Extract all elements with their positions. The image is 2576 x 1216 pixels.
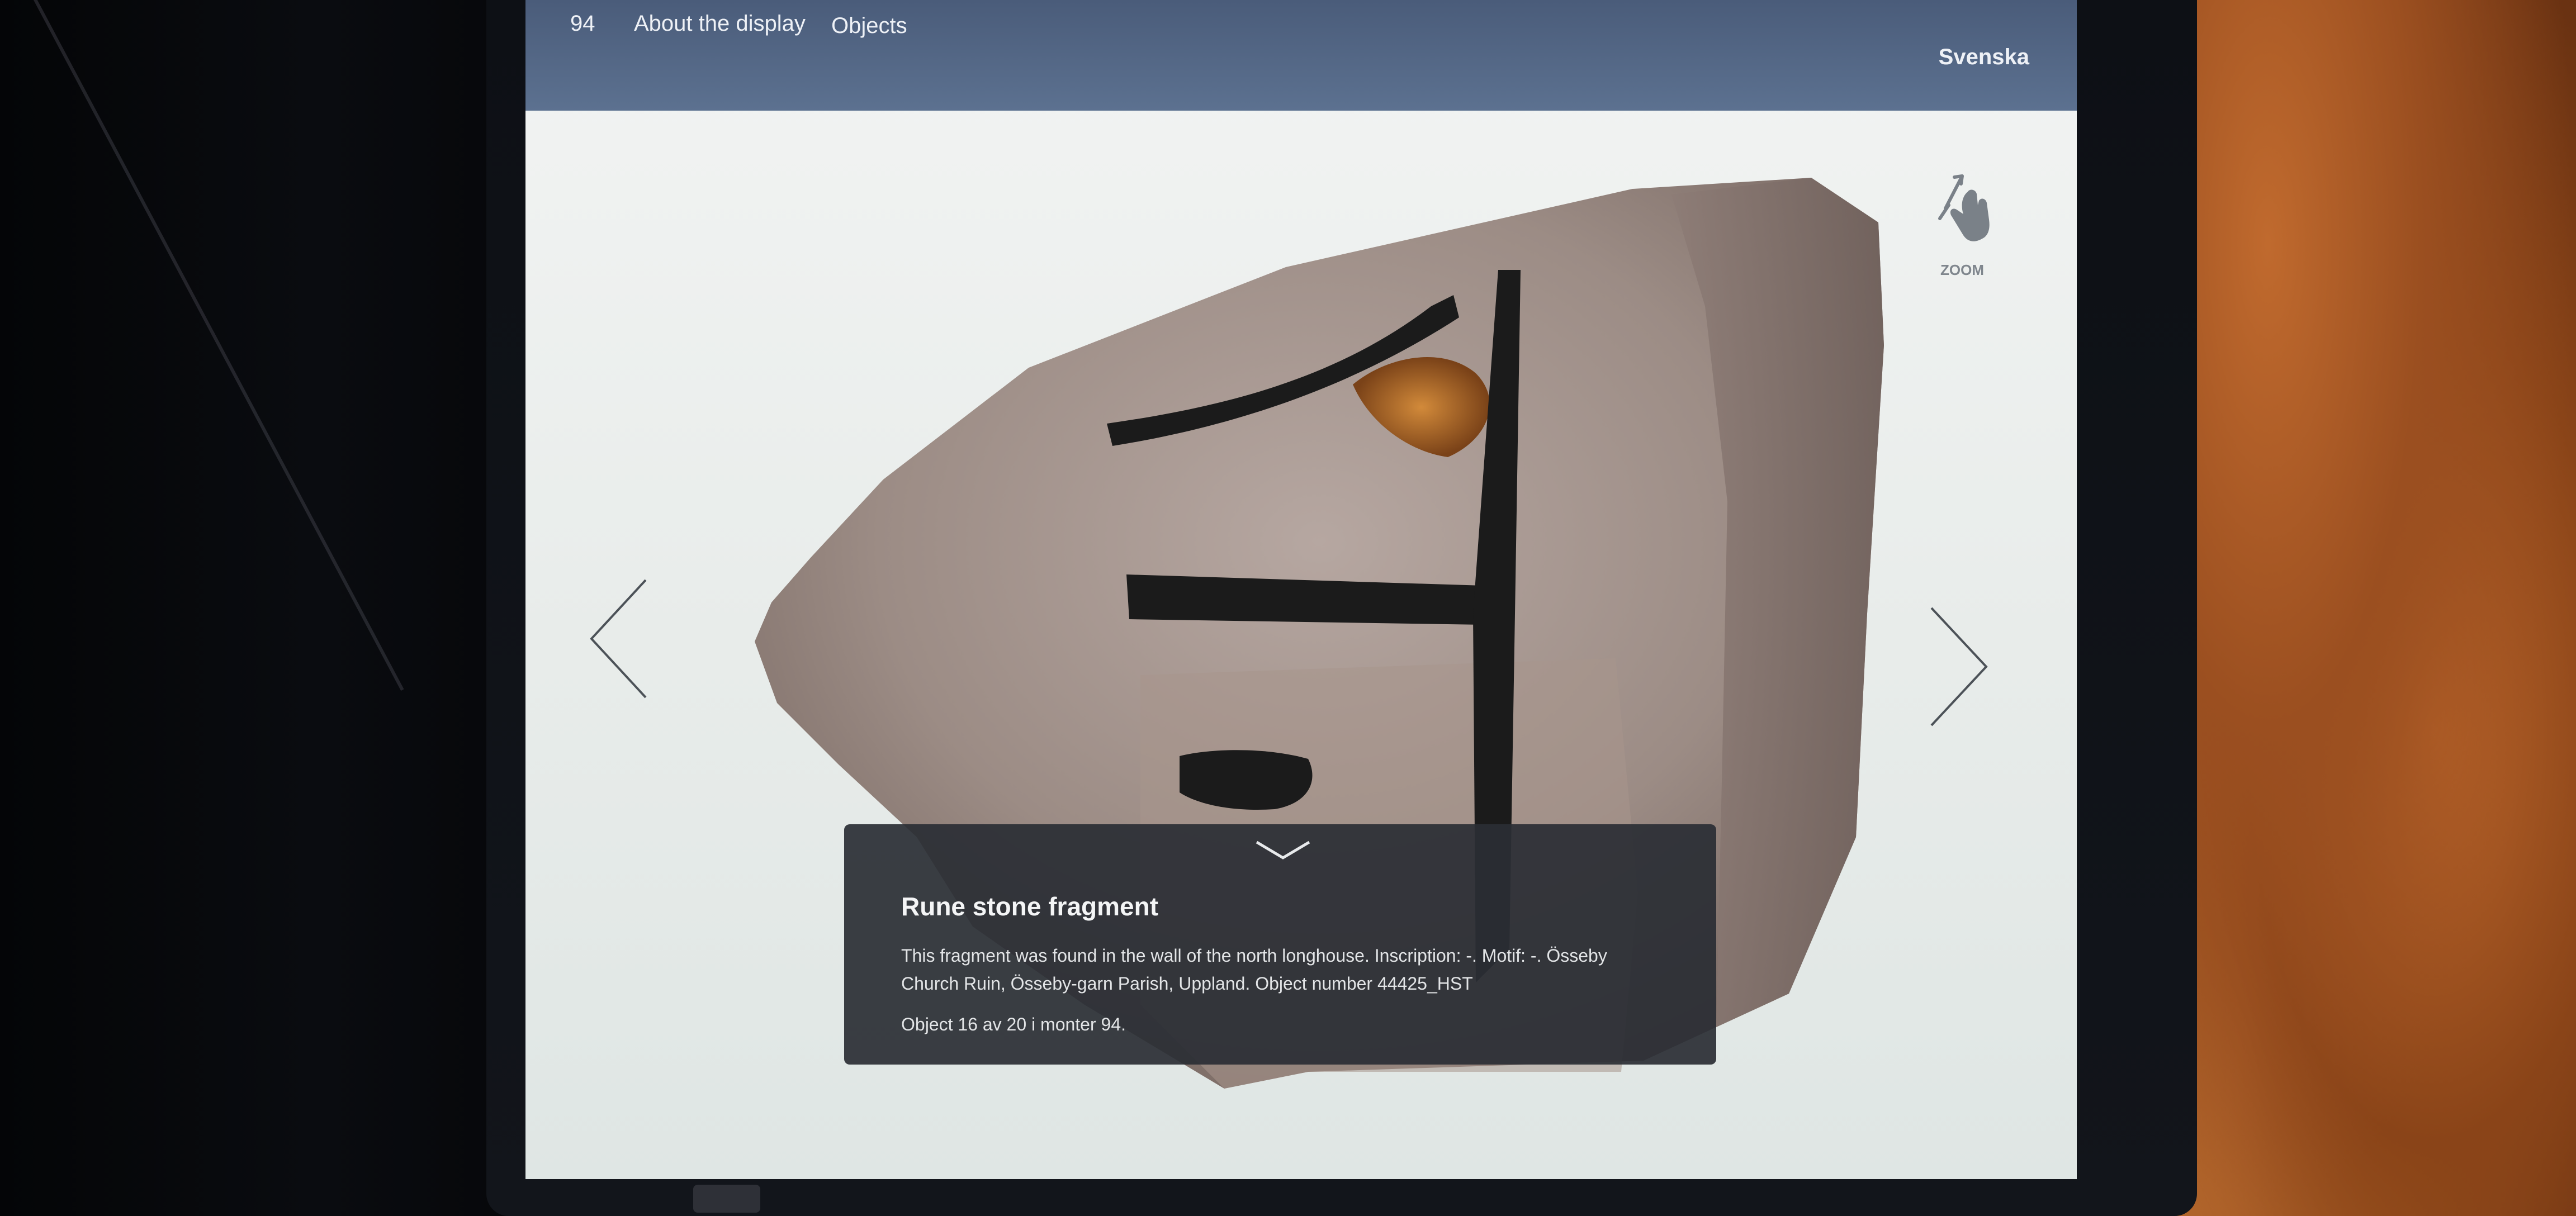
collapse-panel-button[interactable] [1252,837,1314,864]
zoom-control[interactable]: ZOOM [1929,169,1996,281]
zoom-label: ZOOM [1940,262,1984,278]
nav-objects[interactable]: Objects [831,13,907,39]
next-object-button[interactable] [1926,602,1993,731]
chevron-left-icon [590,579,647,699]
dark-background [0,0,531,1216]
object-description: This fragment was found in the wall of t… [901,946,1607,994]
rune-stroke-short [1180,750,1313,810]
object-title: Rune stone fragment [901,892,1159,921]
previous-object-button[interactable] [587,574,654,703]
language-toggle[interactable]: Svenska [1939,45,2029,70]
monter-number: 94 [570,11,595,36]
chevron-down-icon [1256,840,1310,859]
object-position: Object 16 av 20 i monter 94. [901,1014,1126,1034]
nav-about-display[interactable]: About the display [634,11,806,36]
top-navigation-bar: 94 About the display Objects Svenska [525,0,2077,111]
kiosk-screen: 94 About the display Objects Svenska ZOO… [525,0,2077,1179]
photo-scene: 94 About the display Objects Svenska ZOO… [0,0,2576,1216]
monitor-logo [693,1185,760,1213]
object-info-panel: Rune stone fragment This fragment was fo… [844,824,1716,1065]
pinch-zoom-icon [1938,174,1990,241]
chevron-right-icon [1930,607,1988,726]
